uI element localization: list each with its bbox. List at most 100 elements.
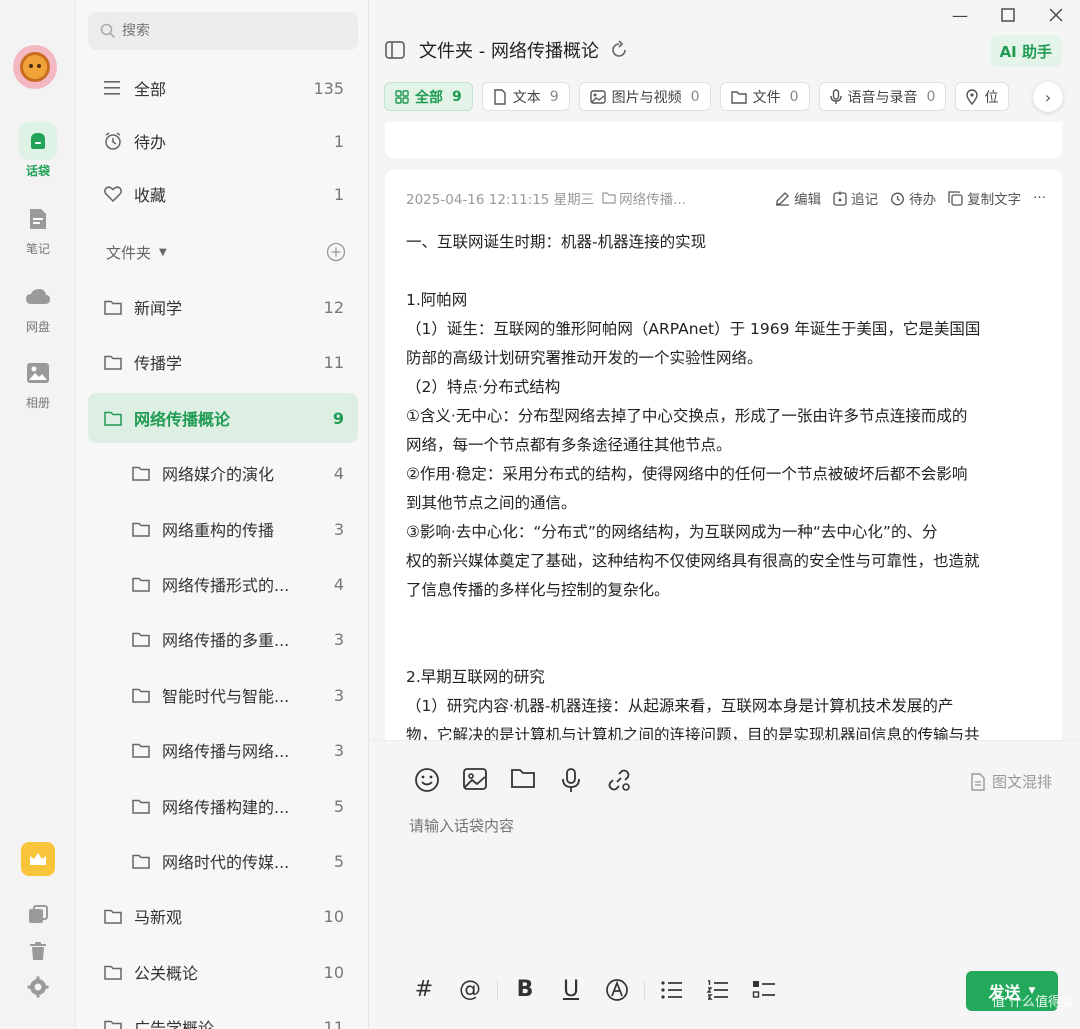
- format-toolbar: # @ B U: [401, 977, 787, 1002]
- todo-button[interactable]: 待办: [890, 188, 936, 208]
- tab-files[interactable]: 文件 0: [719, 82, 810, 111]
- folder-item[interactable]: 网络媒介的演化 4: [88, 448, 358, 498]
- rail-item-album[interactable]: 相册: [0, 354, 76, 411]
- numbered-list-button[interactable]: [695, 979, 741, 1000]
- hashtag-button[interactable]: #: [401, 977, 447, 1002]
- bullet-list-icon: [661, 980, 682, 999]
- avatar[interactable]: [13, 45, 57, 89]
- highlight-icon: [606, 978, 628, 1001]
- trash-icon: [30, 942, 46, 960]
- bullet-list-button[interactable]: [649, 980, 695, 1000]
- folder-item[interactable]: 网络时代的传媒... 5: [88, 836, 358, 886]
- folder-item[interactable]: 新闻学 12: [88, 282, 358, 332]
- checklist-button[interactable]: [741, 980, 787, 1000]
- folder-item-count: 11: [323, 352, 344, 372]
- more-button[interactable]: ···: [1033, 190, 1046, 206]
- rail-item-chatbag[interactable]: 话袋: [0, 122, 76, 179]
- insert-link-button[interactable]: [595, 767, 643, 793]
- folder-item[interactable]: 网络传播形式的... 4: [88, 559, 358, 609]
- folder-header-label: 文件夹: [106, 243, 152, 262]
- note-folder-tag[interactable]: 网络传播...: [602, 188, 686, 208]
- folder-item[interactable]: 网络传播构建的... 5: [88, 781, 358, 831]
- rail-item-cloud[interactable]: 网盘: [0, 278, 76, 335]
- tab-voice[interactable]: 语音与录音 0: [818, 82, 947, 111]
- highlight-button[interactable]: [594, 978, 640, 1002]
- sidebar-toggle-icon[interactable]: [385, 41, 405, 59]
- tab-location[interactable]: 位: [955, 82, 1010, 111]
- close-button[interactable]: [1032, 0, 1080, 30]
- maximize-button[interactable]: [984, 0, 1032, 30]
- copy-text-button[interactable]: 复制文字: [948, 188, 1021, 208]
- folder-item[interactable]: 网络重构的传播 3: [88, 504, 358, 554]
- folder-item[interactable]: 网络传播的多重... 3: [88, 614, 358, 664]
- underline-button[interactable]: U: [548, 977, 594, 1002]
- tab-media[interactable]: 图片与视频 0: [578, 82, 711, 111]
- search-box[interactable]: [88, 12, 358, 50]
- edit-button[interactable]: 编辑: [775, 188, 821, 208]
- tabs-scroll-right-button[interactable]: ›: [1033, 82, 1063, 112]
- voice-button[interactable]: [547, 767, 595, 793]
- tab-voice-count: 0: [926, 88, 936, 105]
- menu-icon: [104, 81, 120, 95]
- alarm-clock-icon: [105, 132, 121, 150]
- nav-todo[interactable]: 待办 1: [88, 116, 358, 166]
- folder-section-header[interactable]: 文件夹 ▼: [88, 232, 358, 272]
- watermark: 值 什么值得买: [992, 991, 1074, 1010]
- note-timestamp: 2025-04-16 12:11:15 星期三: [406, 192, 595, 208]
- folder-item[interactable]: 传播学 11: [88, 337, 358, 387]
- app-rail: 话袋 笔记 网盘 相册: [0, 0, 76, 1029]
- hashtag-icon: #: [414, 977, 434, 1002]
- rail-item-notes[interactable]: 笔记: [0, 200, 76, 257]
- nav-all[interactable]: 全部 135: [88, 63, 358, 113]
- folder-icon: [104, 411, 122, 426]
- folder-icon: [132, 466, 150, 481]
- folder-item[interactable]: 广告学概论 11: [88, 1002, 358, 1029]
- folder-item-label: 网络媒介的演化: [162, 465, 275, 484]
- tab-all[interactable]: 全部 9: [384, 82, 473, 111]
- insert-image-button[interactable]: [451, 767, 499, 793]
- folder-item-label: 新闻学: [134, 299, 183, 318]
- mixed-layout-toggle[interactable]: 图文混排: [970, 771, 1052, 792]
- multi-window-icon: [29, 905, 48, 923]
- note-body[interactable]: 一、互联网诞生时期：机器-机器连接的实现 1.阿帕网 （1）诞生：互联网的雏形阿帕网…: [406, 228, 1046, 740]
- emoji-button[interactable]: [403, 767, 451, 793]
- settings-button[interactable]: [0, 976, 76, 998]
- folder-item[interactable]: 网络传播概论 9: [88, 393, 358, 443]
- folder-item[interactable]: 公关概论 10: [88, 947, 358, 997]
- folder-item[interactable]: 马新观 10: [88, 891, 358, 941]
- tab-text[interactable]: 文本 9: [481, 82, 570, 111]
- caret-down-icon: ▼: [159, 246, 167, 258]
- crown-icon: [21, 842, 55, 876]
- trash-button[interactable]: [0, 940, 76, 962]
- folder-item-count: 11: [323, 1017, 344, 1029]
- folder-item-label: 网络重构的传播: [162, 521, 275, 540]
- vip-crown-button[interactable]: [0, 842, 76, 876]
- search-input[interactable]: [122, 23, 322, 39]
- album-icon: [19, 354, 57, 392]
- folder-item-count: 5: [333, 851, 344, 871]
- multi-window-button[interactable]: [0, 904, 76, 926]
- ai-assistant-button[interactable]: AI 助手: [989, 35, 1062, 67]
- folder-item[interactable]: 网络传播与网络... 3: [88, 725, 358, 775]
- gear-icon: [27, 976, 49, 998]
- folder-item[interactable]: 智能时代与智能... 3: [88, 670, 358, 720]
- mention-button[interactable]: @: [447, 977, 493, 1002]
- insert-file-button[interactable]: [499, 767, 547, 793]
- nav-all-count: 135: [313, 78, 344, 98]
- nav-todo-count: 1: [333, 131, 344, 151]
- tab-text-count: 9: [549, 88, 559, 105]
- nav-favorites-count: 1: [333, 184, 344, 204]
- nav-favorites[interactable]: 收藏 1: [88, 169, 358, 219]
- append-button[interactable]: 追记: [833, 188, 878, 208]
- rail-label-chatbag: 话袋: [25, 164, 50, 178]
- add-folder-icon[interactable]: [326, 242, 346, 262]
- composer-input[interactable]: [409, 817, 1009, 835]
- edit-label: 编辑: [794, 192, 822, 208]
- refresh-icon[interactable]: [609, 40, 629, 60]
- folder-item-count: 4: [333, 574, 344, 594]
- minimize-button[interactable]: —: [936, 0, 984, 30]
- folder-item-count: 3: [333, 629, 344, 649]
- folder-icon: [132, 632, 150, 647]
- note-line: [406, 634, 1046, 663]
- bold-button[interactable]: B: [502, 977, 548, 1002]
